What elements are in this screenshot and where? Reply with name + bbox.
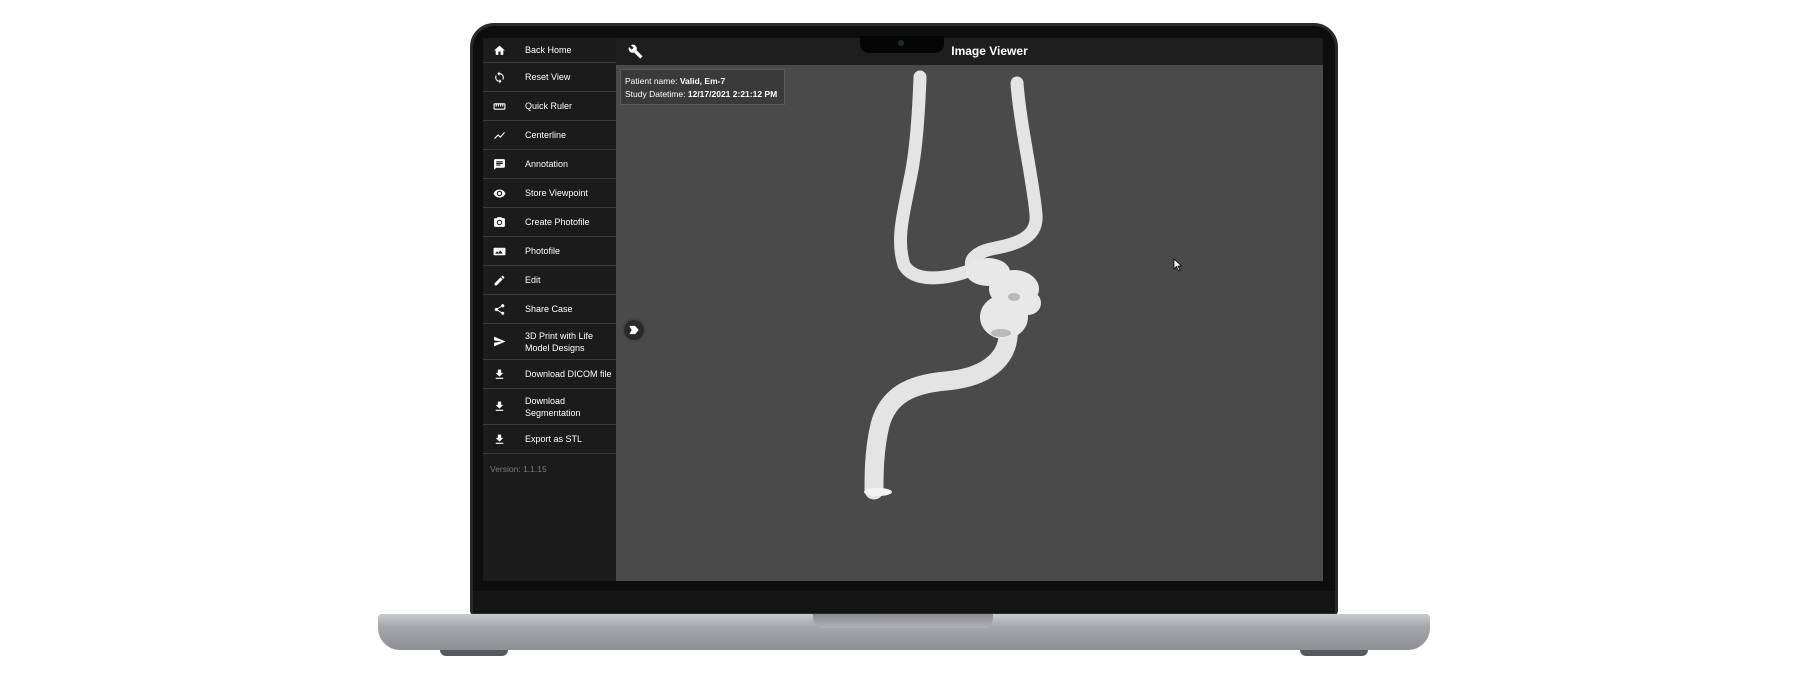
line-chart-icon bbox=[483, 129, 515, 142]
laptop-foot-left bbox=[440, 650, 508, 656]
sidebar-item-label: Quick Ruler bbox=[525, 101, 573, 111]
comment-icon bbox=[483, 158, 515, 171]
sidebar-item-label: Share Case bbox=[525, 304, 573, 314]
sidebar-item-label: Annotation bbox=[525, 159, 569, 169]
laptop-chin bbox=[473, 591, 1335, 613]
study-datetime-label: Study Datetime: bbox=[625, 88, 686, 99]
laptop-mockup: Back Home Reset View Quick Ruler Centerl… bbox=[0, 0, 1800, 680]
sidebar-item-store-viewpoint[interactable]: Store Viewpoint bbox=[483, 179, 616, 208]
study-datetime-row: Study Datetime: 12/17/2021 2:21:12 PM bbox=[625, 88, 780, 101]
sidebar-item-label: Create Photofile bbox=[525, 217, 590, 227]
sidebar-item-label: Reset View bbox=[525, 72, 571, 82]
study-datetime-value: 12/17/2021 2:21:12 PM bbox=[687, 88, 778, 99]
laptop-opening-lip bbox=[813, 614, 993, 628]
sidebar-item-edit[interactable]: Edit bbox=[483, 266, 616, 295]
wrench-icon[interactable] bbox=[628, 44, 643, 59]
sidebar-item-download-dicom[interactable]: Download DICOM file bbox=[483, 360, 616, 389]
top-bar: Image Viewer bbox=[616, 38, 1323, 65]
send-icon bbox=[483, 335, 515, 348]
collapse-sidebar-button[interactable] bbox=[622, 318, 646, 342]
patient-name-label: Patient name: bbox=[625, 76, 678, 86]
patient-name-value: Valid, Em-7 bbox=[679, 76, 726, 86]
sidebar-item-quick-ruler[interactable]: Quick Ruler bbox=[483, 92, 616, 121]
sidebar-item-back-home[interactable]: Back Home bbox=[483, 38, 616, 63]
sidebar-item-label: Centerline bbox=[525, 130, 567, 140]
sidebar-item-annotation[interactable]: Annotation bbox=[483, 150, 616, 179]
pencil-icon bbox=[483, 274, 515, 287]
sidebar-item-download-segmentation[interactable]: Download Segmentation bbox=[483, 389, 616, 425]
camera-icon bbox=[898, 40, 904, 46]
camera-icon bbox=[483, 216, 515, 229]
sidebar-item-label: Export as STL bbox=[525, 434, 583, 444]
patient-info-panel: Patient name: Valid, Em-7 Study Datetime… bbox=[620, 69, 785, 105]
sidebar-item-label: Download Segmentation bbox=[525, 395, 581, 418]
sidebar-item-reset-view[interactable]: Reset View bbox=[483, 63, 616, 92]
camera-notch bbox=[860, 36, 944, 53]
sidebar-item-label: Back Home bbox=[525, 45, 572, 55]
sidebar-item-label: Download DICOM file bbox=[525, 369, 612, 379]
laptop-foot-right bbox=[1300, 650, 1368, 656]
download-icon bbox=[483, 368, 515, 381]
sidebar-item-3d-print[interactable]: 3D Print with Life Model Designs bbox=[483, 324, 616, 360]
sidebar-item-create-photofile[interactable]: Create Photofile bbox=[483, 208, 616, 237]
sidebar-item-label: 3D Print with Life Model Designs bbox=[525, 330, 594, 353]
sidebar-item-label: Store Viewpoint bbox=[525, 188, 588, 198]
vessel-model[interactable] bbox=[616, 65, 1323, 581]
share-icon bbox=[483, 303, 515, 316]
mouse-cursor-icon bbox=[1173, 258, 1183, 272]
sidebar-item-photofile[interactable]: Photofile bbox=[483, 237, 616, 266]
image-icon bbox=[483, 245, 515, 258]
ruler-icon bbox=[483, 100, 515, 113]
download-icon bbox=[483, 433, 515, 446]
sidebar-item-share-case[interactable]: Share Case bbox=[483, 295, 616, 324]
sidebar: Back Home Reset View Quick Ruler Centerl… bbox=[483, 38, 616, 581]
page-title: Image Viewer bbox=[951, 44, 1028, 58]
patient-name-row: Patient name: Valid, Em-7 bbox=[625, 75, 780, 88]
sidebar-item-label: Photofile bbox=[525, 246, 561, 256]
version-label: Version: 1.1.15 bbox=[490, 464, 547, 474]
collapse-arrow-icon bbox=[629, 325, 639, 335]
3d-viewport[interactable]: Patient name: Valid, Em-7 Study Datetime… bbox=[616, 65, 1323, 581]
sidebar-item-label: Edit bbox=[525, 275, 541, 285]
screen: Back Home Reset View Quick Ruler Centerl… bbox=[483, 38, 1323, 581]
refresh-icon bbox=[483, 71, 515, 84]
sidebar-item-centerline[interactable]: Centerline bbox=[483, 121, 616, 150]
download-icon bbox=[483, 400, 515, 413]
sidebar-item-export-stl[interactable]: Export as STL bbox=[483, 425, 616, 454]
home-icon bbox=[483, 44, 515, 57]
eye-icon bbox=[483, 187, 515, 200]
